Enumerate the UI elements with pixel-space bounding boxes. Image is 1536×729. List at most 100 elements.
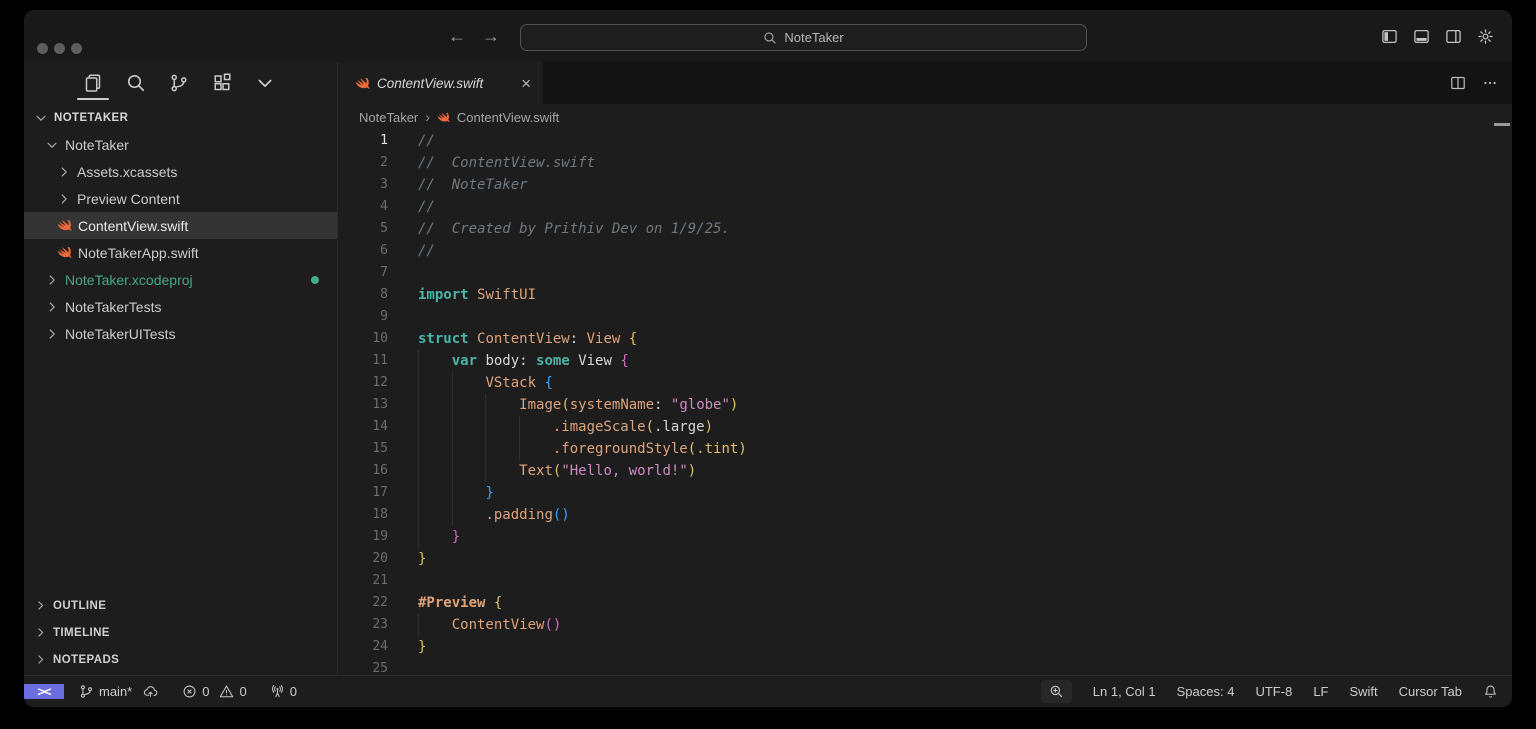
errors-status[interactable]: 0 bbox=[182, 684, 209, 699]
code-line-13[interactable]: 13 Image(systemName: "globe") bbox=[338, 394, 1512, 416]
line-number: 2 bbox=[338, 152, 388, 174]
tree-item-notetaker-xcodeproj[interactable]: NoteTaker.xcodeproj bbox=[24, 266, 337, 293]
line-text: #Preview { bbox=[418, 592, 502, 614]
toggle-panel-icon[interactable] bbox=[1413, 28, 1430, 45]
toggle-secondary-sidebar-icon[interactable] bbox=[1445, 28, 1462, 45]
remote-indicator[interactable]: >< bbox=[24, 684, 64, 699]
traffic-light-close[interactable] bbox=[37, 43, 48, 54]
tree-item-contentview-swift[interactable]: ContentView.swift bbox=[24, 212, 337, 239]
command-center-search[interactable]: NoteTaker bbox=[520, 24, 1087, 51]
extensions-icon[interactable] bbox=[212, 73, 232, 93]
line-number: 3 bbox=[338, 174, 388, 196]
line-number: 19 bbox=[338, 526, 388, 548]
tree-item-notetakertests[interactable]: NoteTakerTests bbox=[24, 293, 337, 320]
code-line-3[interactable]: 3// NoteTaker bbox=[338, 174, 1512, 196]
code-line-25[interactable]: 25 bbox=[338, 658, 1512, 675]
back-arrow-icon[interactable]: ← bbox=[448, 26, 466, 47]
branch-status[interactable]: main* bbox=[79, 684, 132, 699]
ports-status[interactable]: 0 bbox=[270, 684, 297, 699]
tree-item-label: Preview Content bbox=[77, 191, 180, 207]
code-line-12[interactable]: 12 VStack { bbox=[338, 372, 1512, 394]
code-line-7[interactable]: 7 bbox=[338, 262, 1512, 284]
forward-arrow-icon[interactable]: → bbox=[482, 26, 500, 47]
line-text: struct ContentView: View { bbox=[418, 328, 637, 350]
sidebar-section-outline[interactable]: OUTLINE bbox=[24, 592, 337, 619]
more-actions-icon[interactable] bbox=[1482, 75, 1498, 91]
code-line-10[interactable]: 10 struct ContentView: View { bbox=[338, 328, 1512, 350]
status-item-utf-8[interactable]: UTF-8 bbox=[1255, 684, 1292, 699]
notifications-bell-icon[interactable] bbox=[1483, 684, 1498, 699]
search-icon bbox=[763, 31, 777, 45]
warnings-status[interactable]: 0 bbox=[219, 684, 246, 699]
code-line-5[interactable]: 5// Created by Prithiv Dev on 1/9/25. bbox=[338, 218, 1512, 240]
code-line-15[interactable]: 15 .foregroundStyle(.tint) bbox=[338, 438, 1512, 460]
code-line-22[interactable]: 22#Preview { bbox=[338, 592, 1512, 614]
zoom-status[interactable] bbox=[1041, 680, 1072, 703]
code-line-20[interactable]: 20} bbox=[338, 548, 1512, 570]
toggle-primary-sidebar-icon[interactable] bbox=[1381, 28, 1398, 45]
sidebar-section-notepads[interactable]: NOTEPADS bbox=[24, 646, 337, 673]
code-line-16[interactable]: 16 Text("Hello, world!") bbox=[338, 460, 1512, 482]
tree-item-label: ContentView.swift bbox=[78, 218, 188, 234]
tab-close-icon[interactable]: × bbox=[519, 75, 533, 92]
code-line-14[interactable]: 14 .imageScale(.large) bbox=[338, 416, 1512, 438]
swift-file-icon bbox=[355, 76, 370, 91]
status-item-ln-1-col-1[interactable]: Ln 1, Col 1 bbox=[1093, 684, 1156, 699]
sidebar-section-timeline[interactable]: TIMELINE bbox=[24, 619, 337, 646]
chevron-right-icon bbox=[34, 599, 47, 612]
tree-item-label: Assets.xcassets bbox=[77, 164, 177, 180]
line-number: 14 bbox=[338, 416, 388, 438]
explorer-icon[interactable] bbox=[83, 73, 103, 93]
code-line-9[interactable]: 9 bbox=[338, 306, 1512, 328]
tab-contentview-swift[interactable]: ContentView.swift × bbox=[338, 62, 543, 104]
tree-item-notetakerapp-swift[interactable]: NoteTakerApp.swift bbox=[24, 239, 337, 266]
code-line-6[interactable]: 6// bbox=[338, 240, 1512, 262]
status-item-cursor-tab[interactable]: Cursor Tab bbox=[1399, 684, 1462, 699]
code-line-11[interactable]: 11 var body: some View { bbox=[338, 350, 1512, 372]
active-view-underline bbox=[77, 98, 109, 100]
breadcrumb-folder[interactable]: NoteTaker bbox=[359, 110, 418, 125]
chevron-right-icon bbox=[57, 165, 71, 179]
code-line-4[interactable]: 4// bbox=[338, 196, 1512, 218]
status-item-spaces-4[interactable]: Spaces: 4 bbox=[1177, 684, 1235, 699]
publish-cloud-icon[interactable] bbox=[143, 684, 158, 699]
traffic-light-zoom[interactable] bbox=[71, 43, 82, 54]
tree-item-notetakeruitests[interactable]: NoteTakerUITests bbox=[24, 320, 337, 347]
breadcrumb-file[interactable]: ContentView.swift bbox=[457, 110, 559, 125]
breadcrumb: NoteTaker › ContentView.swift bbox=[338, 104, 1512, 130]
sidebar: NOTETAKER NoteTaker Assets.xcassets Previe… bbox=[24, 62, 338, 675]
line-number: 9 bbox=[338, 306, 388, 328]
status-item-lf[interactable]: LF bbox=[1313, 684, 1328, 699]
branch-label: main* bbox=[99, 684, 132, 699]
code-line-21[interactable]: 21 bbox=[338, 570, 1512, 592]
code-line-1[interactable]: 1// bbox=[338, 130, 1512, 152]
more-views-chevron-icon[interactable] bbox=[255, 73, 275, 93]
chevron-right-icon bbox=[57, 192, 71, 206]
code-line-19[interactable]: 19 } bbox=[338, 526, 1512, 548]
line-number: 20 bbox=[338, 548, 388, 570]
code-line-8[interactable]: 8import SwiftUI bbox=[338, 284, 1512, 306]
tree-item-assets-xcassets[interactable]: Assets.xcassets bbox=[24, 158, 337, 185]
split-editor-icon[interactable] bbox=[1450, 75, 1466, 91]
code-area[interactable]: 1//2// ContentView.swift3// NoteTaker4//… bbox=[338, 130, 1512, 675]
code-line-23[interactable]: 23 ContentView() bbox=[338, 614, 1512, 636]
file-tree: NOTETAKER NoteTaker Assets.xcassets Previe… bbox=[24, 104, 337, 347]
line-text: .padding() bbox=[418, 504, 570, 526]
code-line-18[interactable]: 18 .padding() bbox=[338, 504, 1512, 526]
chevron-right-icon bbox=[34, 626, 47, 639]
search-view-icon[interactable] bbox=[126, 73, 146, 93]
chevron-right-icon bbox=[45, 327, 59, 341]
traffic-light-minimize[interactable] bbox=[54, 43, 65, 54]
code-line-17[interactable]: 17 } bbox=[338, 482, 1512, 504]
settings-gear-icon[interactable] bbox=[1477, 28, 1494, 45]
tree-item-notetaker[interactable]: NoteTaker bbox=[24, 131, 337, 158]
code-line-2[interactable]: 2// ContentView.swift bbox=[338, 152, 1512, 174]
source-control-icon[interactable] bbox=[169, 73, 189, 93]
code-line-24[interactable]: 24} bbox=[338, 636, 1512, 658]
tree-root[interactable]: NOTETAKER bbox=[24, 104, 337, 131]
line-number: 7 bbox=[338, 262, 388, 284]
line-text: VStack { bbox=[418, 372, 553, 394]
status-item-swift[interactable]: Swift bbox=[1349, 684, 1377, 699]
line-number: 10 bbox=[338, 328, 388, 350]
tree-item-preview-content[interactable]: Preview Content bbox=[24, 185, 337, 212]
